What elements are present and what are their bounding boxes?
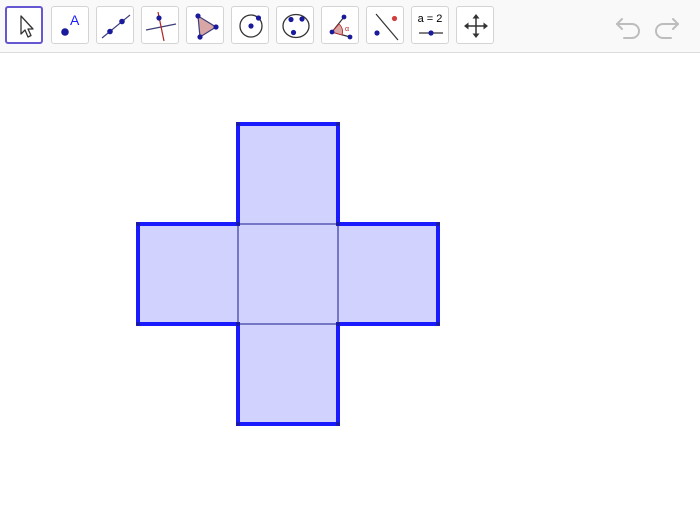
move-graphics-view-tool-icon — [464, 14, 488, 38]
point-tool-icon: A — [61, 12, 80, 36]
circle-with-center-tool-button[interactable] — [231, 6, 269, 44]
point-tool-label: A — [70, 12, 80, 28]
move-tool-icon — [20, 15, 34, 38]
line-tool-button[interactable] — [96, 6, 134, 44]
slider-tool-label: a = 2 — [417, 13, 443, 25]
move-tool-button[interactable] — [5, 6, 43, 44]
cross-net-polygon[interactable] — [136, 122, 440, 426]
redo-button[interactable] — [651, 12, 681, 40]
graphics-view[interactable] — [0, 53, 700, 500]
circle-with-center-tool-icon — [239, 14, 263, 38]
graphics-canvas[interactable] — [0, 53, 700, 500]
angle-tool-label: α — [345, 26, 349, 33]
undo-icon — [616, 18, 640, 39]
reflect-about-line-tool-button[interactable] — [366, 6, 404, 44]
polygon-tool-icon — [195, 13, 219, 40]
polygon-tool-button[interactable] — [186, 6, 224, 44]
reflect-about-line-tool-icon — [374, 13, 399, 41]
perpendicular-line-tool-button[interactable] — [141, 6, 179, 44]
angle-tool-button[interactable]: α — [321, 6, 359, 44]
circle-through-three-points-tool-icon — [282, 13, 310, 39]
angle-tool-icon: α — [329, 14, 353, 40]
toolbar: A α a = 2 — [0, 0, 700, 53]
circle-through-three-points-tool-button[interactable] — [276, 6, 314, 44]
perpendicular-line-tool-icon — [145, 11, 177, 42]
redo-icon — [655, 18, 679, 39]
line-tool-icon — [101, 14, 131, 39]
slider-tool-button[interactable]: a = 2 — [411, 6, 449, 44]
point-tool-button[interactable]: A — [51, 6, 89, 44]
move-graphics-view-tool-button[interactable] — [456, 6, 494, 44]
undo-button[interactable] — [614, 12, 644, 40]
